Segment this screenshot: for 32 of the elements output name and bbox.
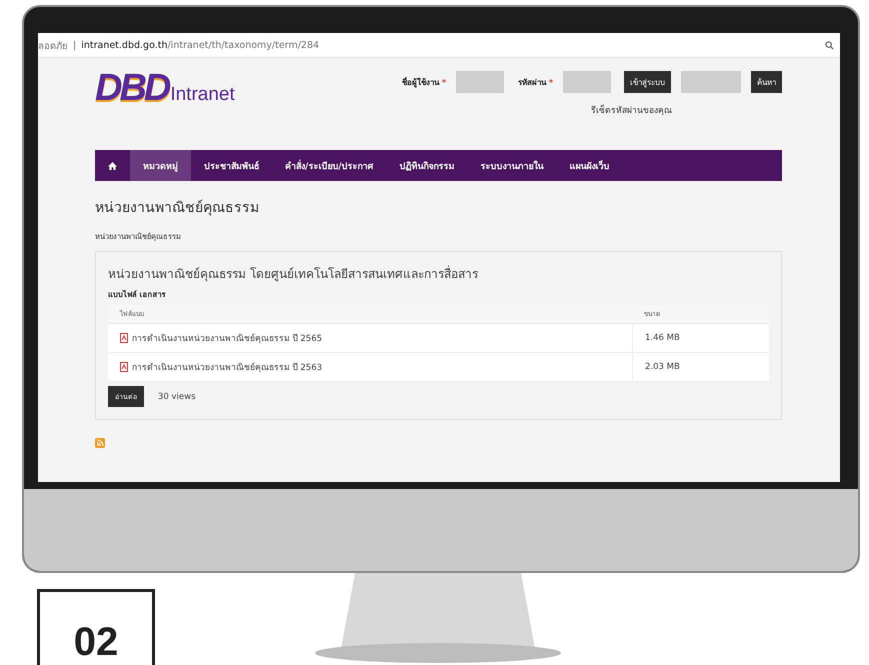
nav-tab[interactable]: คำสั่ง/ระเบียบ/ประกาศ [272,150,387,181]
password-label: รหัสผ่าน * [518,76,553,88]
nav-tab[interactable]: แผนผังเว็บ [556,150,623,181]
url-text[interactable]: intranet.dbd.go.th/intranet/th/taxonomy/term/284 [81,40,820,50]
view-count: 30 views [158,392,196,402]
login-button[interactable]: เข้าสู่ระบบ [624,71,671,93]
size-cell: 2.03 MB [632,353,769,382]
nav-tab[interactable]: ปฏิทินกิจกรรม [386,150,468,181]
nav-tab[interactable]: ประชาสัมพันธ์ [191,150,272,181]
page-title: หน่วยงานพาณิชย์คุณธรรม [95,198,260,218]
file-link[interactable]: การดำเนินงานหน่วยงานพาณิชย์คุณธรรม ปี 2563 [132,360,322,374]
separator: | [73,40,76,50]
search-button[interactable]: ค้นหา [751,71,782,93]
card-title: หน่วยงานพาณิชย์คุณธรรม โดยศูนย์เทคโนโลยีสารสนเทศและการสื่อสาร [108,264,479,283]
nav-tab[interactable]: หมวดหมู่ [130,150,191,181]
search-field[interactable] [681,71,741,93]
pdf-icon [120,333,128,343]
username-field[interactable] [456,71,504,93]
pdf-icon [120,362,128,372]
logo-text: Intranet [170,84,235,106]
step-number: 02 [37,589,155,665]
reset-password-link[interactable]: รีเซ็ตรหัสผ่านของคุณ [591,103,672,117]
nav-tab[interactable]: ระบบงานภายใน [468,150,557,181]
username-label: ชื่อผู้ใช้งาน * [402,76,446,88]
zoom-icon[interactable] [825,40,834,50]
security-label: ลอดภัย [38,40,68,52]
logo[interactable]: DBD [95,70,168,106]
home-icon [108,162,117,170]
file-link[interactable]: การดำเนินงานหน่วยงานพาณิชย์คุณธรรม ปี 2565 [132,331,322,345]
size-cell: 1.46 MB [632,324,769,353]
rss-icon[interactable] [95,438,105,448]
password-field[interactable] [563,71,611,93]
